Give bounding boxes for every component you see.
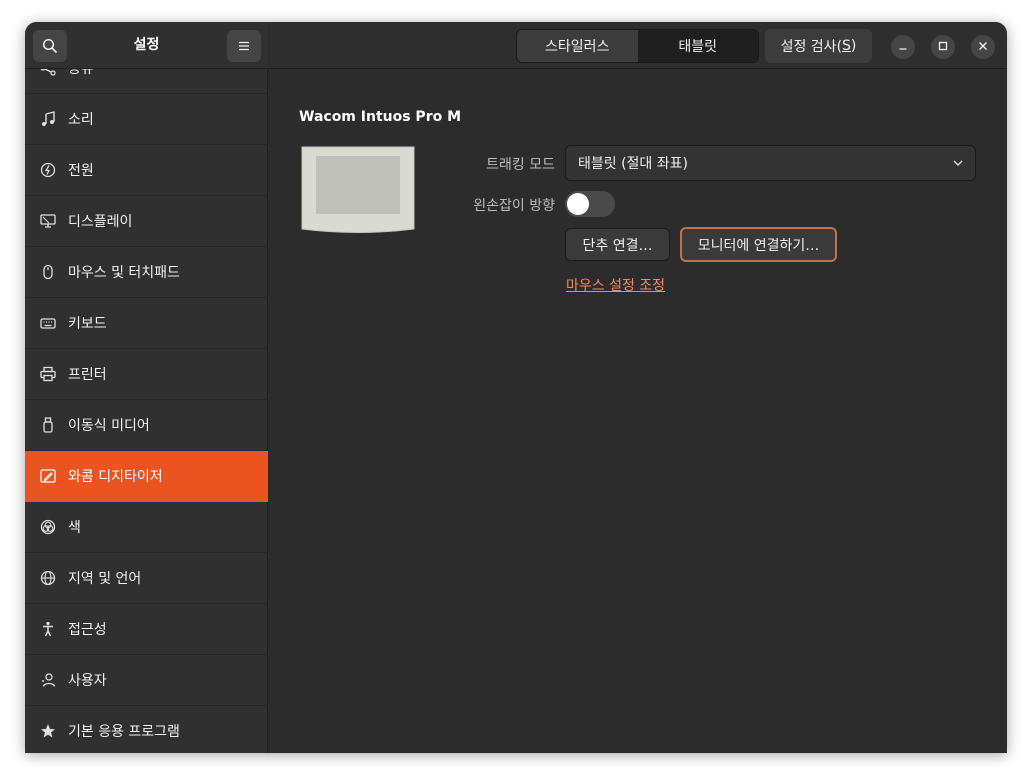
main-menu-button[interactable] [227,30,261,62]
sidebar-item-sound[interactable]: 소리 [25,94,268,145]
maximize-button[interactable] [931,35,955,59]
view-switcher: 스타일러스 태블릿 [516,29,759,63]
search-button[interactable] [33,30,67,62]
sidebar-item-label: 색 [68,520,81,536]
close-icon [978,39,988,55]
sidebar-item-label: 와콤 디지타이저 [68,469,163,485]
header-bar: 스타일러스 태블릿 설정 검사(S) [269,22,1007,69]
keyboard-icon [39,314,57,332]
sidebar-item-label: 지역 및 언어 [68,571,142,587]
sidebar-item-label: 이동식 미디어 [68,418,150,434]
sidebar-item-label: 사용자 [68,673,107,689]
minimize-button[interactable] [891,35,915,59]
sidebar-item-label: 공유 [68,69,94,77]
search-icon [42,38,58,54]
sidebar-item-color[interactable]: 색 [25,502,268,553]
tab-stylus[interactable]: 스타일러스 [517,30,638,62]
map-to-monitor-button[interactable]: 모니터에 연결하기… [680,227,837,262]
tablet-illustration [301,146,415,238]
switch-knob [567,193,589,215]
sidebar: 공유 소리 전원 디스플레이 마우스 및 터치패드 키보드 프린터 이동식 미디… [25,22,268,753]
tracking-mode-label: 트래킹 모드 [486,157,555,173]
hamburger-menu-icon [237,40,251,52]
sidebar-item-label: 소리 [68,112,94,128]
removable-media-icon [39,416,57,434]
maximize-icon [938,39,948,55]
test-settings-label-suffix: ) [850,38,857,54]
sidebar-item-users[interactable]: 사용자 [25,655,268,706]
map-buttons-button[interactable]: 단추 연결… [565,228,670,261]
sidebar-item-accessibility[interactable]: 접근성 [25,604,268,655]
printer-icon [39,365,57,383]
users-icon [39,671,57,689]
sidebar-item-label: 전원 [68,163,94,179]
left-handed-label: 왼손잡이 방향 [473,198,555,214]
sidebar-item-wacom-tablet[interactable]: 와콤 디지타이저 [25,451,268,502]
sidebar-item-printers[interactable]: 프린터 [25,349,268,400]
sidebar-item-power[interactable]: 전원 [25,145,268,196]
sidebar-item-label: 키보드 [68,316,107,332]
sidebar-item-default-apps[interactable]: 기본 응용 프로그램 [25,706,268,753]
sidebar-item-label: 기본 응용 프로그램 [68,724,180,740]
star-icon [39,722,57,740]
main-panel: 스타일러스 태블릿 설정 검사(S) Wacom Intuos Pro M 트… [269,22,1007,753]
test-settings-mnemonic: S [842,38,851,54]
tracking-mode-value: 태블릿 (절대 좌표) [578,156,688,172]
tracking-mode-dropdown[interactable]: 태블릿 (절대 좌표) [565,145,976,181]
power-icon [39,161,57,179]
sidebar-item-label: 프린터 [68,367,107,383]
sidebar-item-sharing[interactable]: 공유 [25,69,268,94]
accessibility-icon [39,620,57,638]
sidebar-item-keyboard[interactable]: 키보드 [25,298,268,349]
close-button[interactable] [971,35,995,59]
display-icon [39,212,57,230]
sidebar-item-mouse[interactable]: 마우스 및 터치패드 [25,247,268,298]
mouse-settings-link[interactable]: 마우스 설정 조정 [566,275,665,295]
minimize-icon [898,39,908,55]
sidebar-item-display[interactable]: 디스플레이 [25,196,268,247]
settings-window: 공유 소리 전원 디스플레이 마우스 및 터치패드 키보드 프린터 이동식 미디… [25,22,1007,753]
sidebar-nav: 공유 소리 전원 디스플레이 마우스 및 터치패드 키보드 프린터 이동식 미디… [25,69,268,753]
sidebar-item-label: 마우스 및 터치패드 [68,265,180,281]
sidebar-item-removable-media[interactable]: 이동식 미디어 [25,400,268,451]
sidebar-item-label: 접근성 [68,622,107,638]
share-icon [39,69,57,77]
device-name: Wacom Intuos Pro M [299,109,462,125]
sidebar-item-region-language[interactable]: 지역 및 언어 [25,553,268,604]
color-icon [39,518,57,536]
sidebar-header: 설정 [25,22,268,69]
globe-icon [39,569,57,587]
sidebar-item-label: 디스플레이 [68,214,133,230]
test-settings-button[interactable]: 설정 검사(S) [765,29,872,63]
left-handed-switch[interactable] [565,191,615,217]
tab-tablet[interactable]: 태블릿 [637,30,758,62]
music-note-icon [39,110,57,128]
chevron-down-icon [951,156,965,174]
test-settings-label-prefix: 설정 검사( [780,39,843,55]
mouse-icon [39,263,57,281]
wacom-tablet-icon [39,467,57,485]
